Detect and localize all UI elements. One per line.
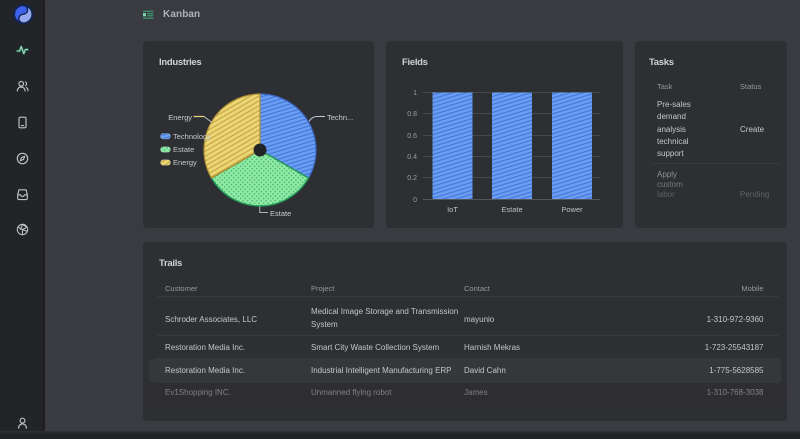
svg-text:0: 0 xyxy=(413,197,417,204)
svg-text:Estate: Estate xyxy=(501,205,522,214)
svg-text:IoT: IoT xyxy=(447,205,458,214)
svg-text:0.8: 0.8 xyxy=(407,111,417,118)
svg-text:0.2: 0.2 xyxy=(407,175,417,182)
svg-text:Power: Power xyxy=(561,205,583,214)
svg-text:0.6: 0.6 xyxy=(407,133,417,140)
svg-text:1: 1 xyxy=(413,90,417,97)
svg-text:0.4: 0.4 xyxy=(407,154,417,161)
